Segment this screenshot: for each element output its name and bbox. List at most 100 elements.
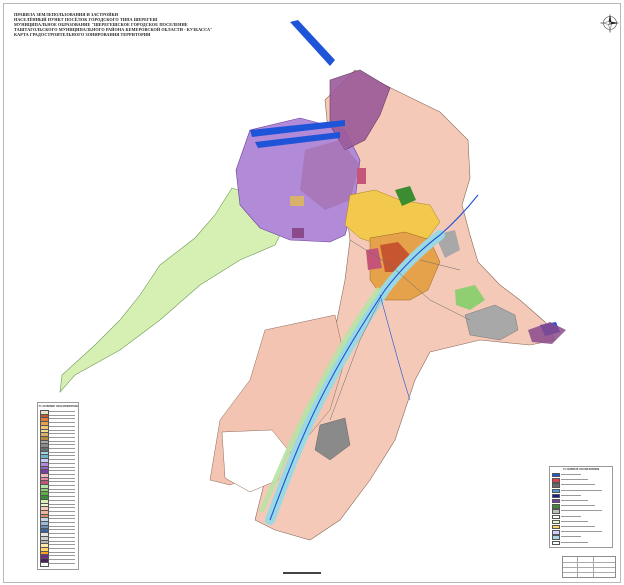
legend-left-item bbox=[40, 535, 76, 541]
legend-text-line bbox=[561, 494, 581, 496]
legend-left-item bbox=[40, 550, 76, 556]
legend-text-line bbox=[49, 559, 75, 560]
legend-left-item bbox=[40, 487, 76, 493]
legend-right-item bbox=[552, 519, 610, 525]
legend-text-line bbox=[49, 536, 75, 538]
scale-bar bbox=[283, 572, 323, 577]
legend-text-line bbox=[49, 510, 75, 512]
legend-right-item bbox=[552, 504, 610, 509]
legend-text-line bbox=[49, 485, 75, 486]
legend-text-line bbox=[561, 541, 588, 543]
legend-text-line bbox=[561, 510, 602, 512]
legend-left-item bbox=[40, 509, 76, 515]
legend-left-item bbox=[40, 454, 76, 460]
legend-text-line bbox=[49, 544, 75, 545]
legend-right-item bbox=[552, 473, 610, 478]
legend-right-item bbox=[552, 509, 610, 514]
legend-left-item bbox=[40, 450, 76, 456]
legend-text-line bbox=[49, 429, 75, 431]
legend-text-line bbox=[49, 499, 75, 501]
legend-text-line bbox=[49, 418, 75, 420]
legend-left-panel: УСЛОВНЫЕ ОБОЗНАЧЕНИЯ bbox=[37, 402, 79, 570]
legend-right-item bbox=[552, 478, 610, 483]
legend-text-line bbox=[49, 451, 75, 453]
legend-text-line bbox=[49, 414, 75, 416]
legend-text-line bbox=[561, 526, 595, 527]
legend-text-line bbox=[49, 496, 75, 497]
legend-left-item bbox=[40, 439, 76, 445]
legend-right-item bbox=[552, 540, 610, 545]
legend-text-line bbox=[49, 411, 75, 412]
legend-left-item bbox=[40, 421, 76, 427]
legend-swatch bbox=[40, 561, 49, 567]
legend-text-line bbox=[561, 505, 595, 506]
legend-text-line bbox=[561, 484, 595, 486]
legend-right-item bbox=[552, 535, 610, 540]
title-stamp bbox=[562, 556, 616, 578]
legend-text-line bbox=[49, 440, 75, 442]
legend-text-line bbox=[561, 515, 581, 517]
legend-text-line bbox=[49, 481, 75, 483]
legend-text-line bbox=[49, 522, 75, 523]
legend-text-line bbox=[49, 547, 75, 549]
legend-text-line bbox=[49, 436, 75, 438]
legend-text-line bbox=[49, 525, 75, 527]
legend-text-line bbox=[561, 489, 602, 491]
legend-text-line bbox=[49, 425, 75, 427]
legend-swatch bbox=[552, 535, 560, 540]
legend-left-item bbox=[40, 498, 76, 504]
legend-left-item bbox=[40, 417, 76, 423]
legend-right-item bbox=[552, 483, 610, 488]
legend-text-line bbox=[561, 536, 581, 538]
legend-swatch bbox=[552, 478, 560, 483]
legend-right-item bbox=[552, 525, 610, 530]
legend-left-item bbox=[40, 528, 76, 534]
legend-left-item bbox=[40, 561, 76, 567]
legend-text-line bbox=[49, 514, 75, 516]
legend-text-line bbox=[49, 555, 75, 557]
parcel-block-2 bbox=[292, 228, 304, 238]
legend-swatch bbox=[552, 488, 560, 493]
legend-swatch bbox=[552, 514, 560, 519]
legend-left-item bbox=[40, 543, 76, 549]
legend-text-line bbox=[49, 518, 75, 520]
legend-swatch bbox=[552, 530, 560, 535]
legend-text-line bbox=[49, 492, 75, 494]
legend-left-title: УСЛОВНЫЕ ОБОЗНАЧЕНИЯ bbox=[38, 405, 78, 408]
zoning-map bbox=[59, 20, 566, 541]
legend-swatch bbox=[552, 473, 560, 478]
legend-text-line bbox=[49, 473, 75, 475]
legend-text-line bbox=[49, 444, 75, 446]
legend-text-line bbox=[561, 520, 588, 522]
legend-right-title: УСЛОВНЫЕ ОБОЗНАЧЕНИЯ bbox=[562, 468, 600, 471]
legend-text-line bbox=[49, 540, 75, 542]
water-canal bbox=[290, 20, 335, 66]
legend-swatch bbox=[552, 499, 560, 504]
legend-swatch bbox=[552, 519, 560, 525]
legend-text-line bbox=[49, 459, 75, 460]
legend-left-item bbox=[40, 517, 76, 523]
legend-left-item bbox=[40, 432, 76, 438]
legend-left-item bbox=[40, 461, 76, 467]
legend-right-panel: УСЛОВНЫЕ ОБОЗНАЧЕНИЯ bbox=[549, 466, 613, 548]
legend-left-item bbox=[40, 443, 76, 449]
legend-text-line bbox=[49, 529, 75, 531]
legend-left-item bbox=[40, 491, 76, 497]
legend-text-line bbox=[49, 507, 75, 508]
legend-swatch bbox=[552, 540, 560, 545]
legend-right-item bbox=[552, 499, 610, 504]
legend-left-item bbox=[40, 472, 76, 478]
legend-right-item bbox=[552, 514, 610, 519]
legend-text-line bbox=[49, 433, 75, 434]
legend-text-line bbox=[561, 479, 588, 480]
legend-text-line bbox=[49, 477, 75, 479]
legend-text-line bbox=[49, 455, 75, 457]
parcel-block-3 bbox=[357, 168, 366, 184]
legend-left-item bbox=[40, 476, 76, 482]
legend-swatch bbox=[552, 504, 560, 509]
legend-left-item bbox=[40, 506, 76, 512]
legend-text-line bbox=[49, 551, 75, 553]
legend-text-line bbox=[49, 533, 75, 534]
legend-left-item bbox=[40, 413, 76, 419]
legend-left-item bbox=[40, 495, 76, 501]
